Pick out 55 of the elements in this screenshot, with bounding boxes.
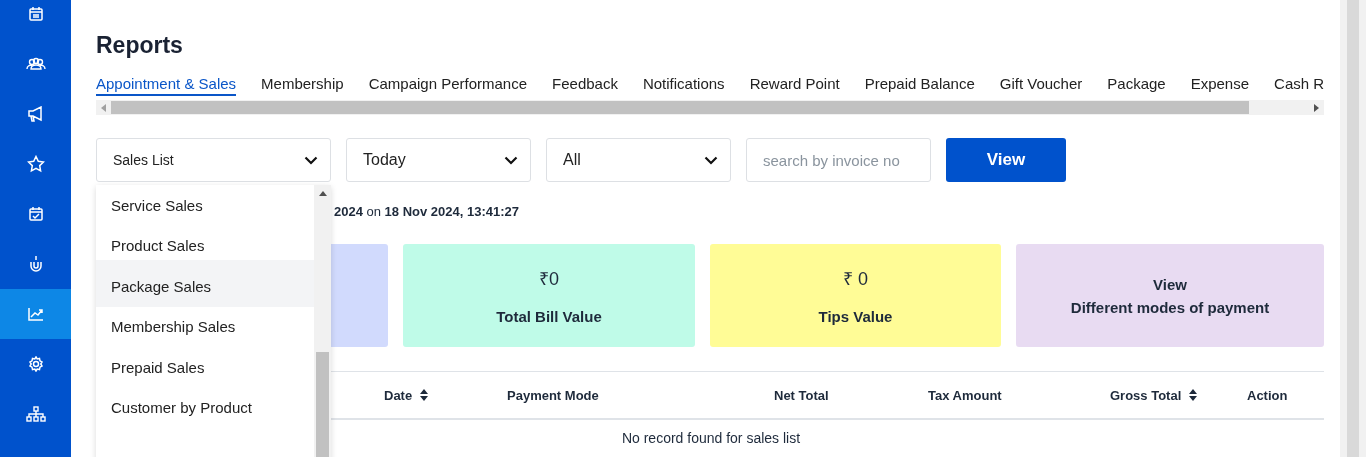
page-title: Reports <box>96 31 184 60</box>
summary-card[interactable]: ₹0 Total Bill Value <box>403 244 695 347</box>
tab[interactable]: Cash R <box>1274 75 1324 96</box>
dropdown-option[interactable]: Package Sales <box>96 260 314 307</box>
tab[interactable]: Reward Point <box>749 75 840 96</box>
chevron-down-icon <box>704 155 718 165</box>
sort-icon[interactable] <box>420 389 429 401</box>
chevron-down-icon <box>504 155 518 165</box>
summary-card[interactable]: View Different modes of payment <box>1016 244 1324 347</box>
period-select[interactable]: Today <box>346 138 531 182</box>
report-type-select[interactable]: Sales List <box>96 138 331 182</box>
card-value: View <box>1153 275 1187 293</box>
view-button[interactable]: View <box>946 138 1066 182</box>
card-label: Total Bill Value <box>496 308 602 325</box>
hierarchy-icon <box>25 406 46 422</box>
tab[interactable]: Package <box>1107 75 1166 96</box>
dropdown-scrollbar[interactable] <box>314 185 331 457</box>
search-field[interactable]: search by invoice no <box>746 138 931 182</box>
card-label: Different modes of payment <box>1070 298 1270 316</box>
magnet-icon <box>27 255 44 273</box>
scroll-up-icon[interactable] <box>318 191 327 196</box>
tab[interactable]: Campaign Performance <box>368 75 528 96</box>
column-header: Net Total <box>774 387 830 403</box>
sort-icon[interactable] <box>1189 389 1198 401</box>
chevron-down-icon <box>304 155 318 165</box>
card-label: Tips Value <box>818 308 893 325</box>
column-header: Action <box>1247 387 1289 403</box>
column-header: Tax Amount <box>928 387 1003 403</box>
megaphone-icon <box>26 106 45 122</box>
scroll-right-icon[interactable] <box>1313 103 1319 112</box>
generated-info: 2024 on 18 Nov 2024, 13:41:27 <box>334 204 520 219</box>
calendar-check-icon <box>27 206 44 222</box>
tab[interactable]: Gift Voucher <box>999 75 1083 96</box>
page-scrollbar[interactable] <box>1340 0 1366 457</box>
people-icon <box>25 56 46 72</box>
tab[interactable]: Prepaid Balance <box>864 75 975 96</box>
tab[interactable]: Appointment & Sales <box>96 75 237 96</box>
chart-icon <box>27 307 44 321</box>
tab[interactable]: Notifications <box>642 75 725 96</box>
card-value: ₹0 <box>539 268 559 290</box>
horizontal-scrollbar[interactable] <box>96 100 1324 115</box>
calendar-icon <box>27 6 44 22</box>
tab[interactable]: Expense <box>1190 75 1250 96</box>
column-header: Payment Mode <box>507 387 600 403</box>
empty-message: No record found for sales list <box>620 430 802 446</box>
tab[interactable]: Feedback <box>552 75 618 96</box>
sidebar-item[interactable] <box>0 289 71 339</box>
summary-card[interactable]: ₹ 0 Tips Value <box>710 244 1001 347</box>
mode-select[interactable]: All <box>546 138 731 182</box>
column-header[interactable]: Gross Total <box>1110 387 1247 403</box>
column-header[interactable]: Date <box>384 387 507 403</box>
tab[interactable]: Membership <box>261 75 344 96</box>
card-value: ₹ 0 <box>843 268 868 290</box>
star-icon <box>26 155 45 173</box>
settings-icon <box>27 356 44 372</box>
